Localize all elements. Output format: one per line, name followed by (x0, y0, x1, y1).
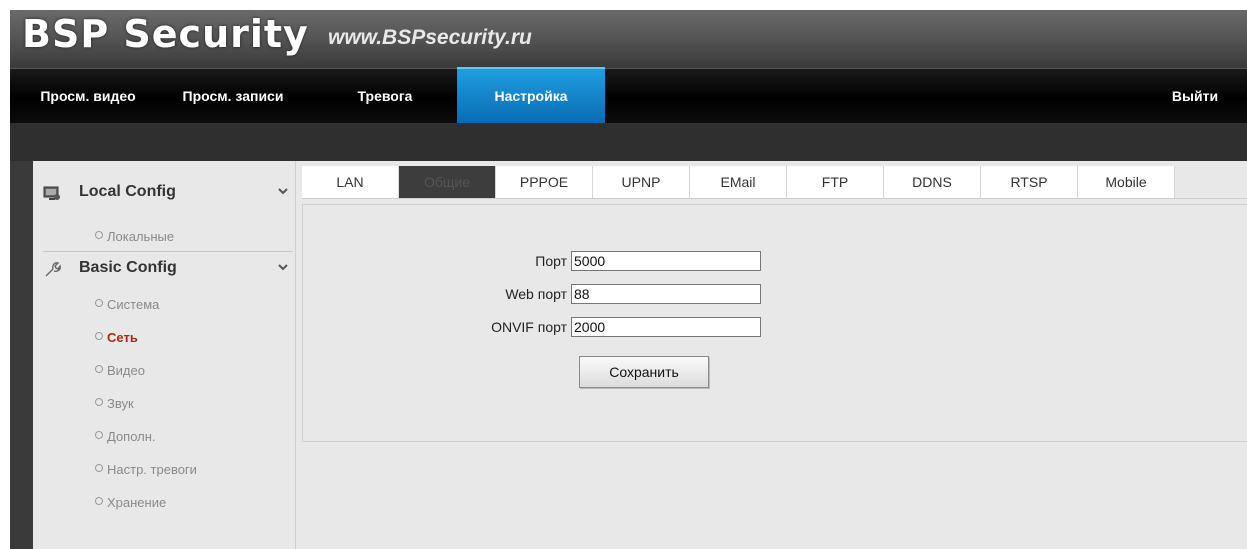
main-content: LAN Общие PPPOE UPNP EMail FTP DDNS RTSP… (296, 161, 1247, 549)
tab-email[interactable]: EMail (690, 166, 787, 198)
sidebar-item-network[interactable]: Сеть (95, 329, 138, 347)
sidebar-item-label: Система (107, 297, 160, 312)
onvif-port-label: ONVIF порт (491, 319, 567, 335)
sidebar-item-video[interactable]: Видео (95, 362, 145, 380)
bullet-icon (95, 431, 103, 439)
header-banner: BSP Security www.BSPsecurity.ru (10, 10, 1247, 66)
tab-rtsp[interactable]: RTSP (981, 166, 1078, 198)
sidebar-item-storage[interactable]: Хранение (95, 494, 166, 512)
sidebar-item-advanced[interactable]: Дополн. (95, 428, 156, 446)
settings-panel: Порт Web порт ONVIF порт Сохранить (302, 204, 1247, 442)
sidebar-item-alarm-settings[interactable]: Настр. тревоги (95, 461, 197, 479)
main-nav: Просм. видео Просм. записи Тревога Настр… (10, 67, 1247, 123)
sidebar: Local Config Локальные Basic Config Сист… (33, 161, 296, 549)
sidebar-section-local-config[interactable]: Local Config (33, 171, 295, 211)
onvif-port-field[interactable] (571, 317, 761, 337)
nav-live-view[interactable]: Просм. видео (28, 69, 148, 123)
sidebar-item-label: Настр. тревоги (107, 462, 197, 477)
tab-ftp[interactable]: FTP (787, 166, 884, 198)
save-button[interactable]: Сохранить (579, 356, 709, 388)
chevron-down-icon[interactable] (277, 185, 289, 197)
port-field[interactable] (571, 251, 761, 271)
bullet-icon (95, 398, 103, 406)
sidebar-item-label: Звук (107, 396, 134, 411)
wrench-icon (45, 262, 61, 277)
bullet-icon (95, 299, 103, 307)
sidebar-section-label: Basic Config (79, 259, 177, 276)
tab-upnp[interactable]: UPNP (593, 166, 690, 198)
bullet-icon (95, 231, 103, 239)
bullet-icon (95, 332, 103, 340)
tab-mobile[interactable]: Mobile (1078, 166, 1175, 198)
sidebar-item-label: Видео (107, 363, 145, 378)
logout-button[interactable]: Выйти (1160, 69, 1230, 123)
app-window: BSP Security www.BSPsecurity.ru Просм. в… (10, 10, 1247, 549)
tab-ddns[interactable]: DDNS (884, 166, 981, 198)
sidebar-section-basic-config[interactable]: Basic Config (33, 247, 295, 287)
sidebar-item-audio[interactable]: Звук (95, 395, 134, 413)
bullet-icon (95, 497, 103, 505)
brand-logo: BSP Security (22, 12, 309, 56)
bullet-icon (95, 365, 103, 373)
sidebar-item-label: Дополн. (107, 429, 156, 444)
bullet-icon (95, 464, 103, 472)
nav-settings[interactable]: Настройка (457, 67, 605, 123)
chevron-down-icon[interactable] (277, 261, 289, 273)
web-port-field[interactable] (571, 284, 761, 304)
monitor-icon (43, 186, 60, 200)
separator-band (10, 123, 1247, 161)
sidebar-item-label: Локальные (107, 229, 175, 244)
sidebar-item-label: Сеть (107, 330, 138, 345)
nav-alarm[interactable]: Тревога (340, 69, 430, 123)
tab-bar: LAN Общие PPPOE UPNP EMail FTP DDNS RTSP… (302, 166, 1247, 199)
sidebar-section-label: Local Config (79, 183, 176, 200)
sidebar-item-local[interactable]: Локальные (95, 228, 174, 246)
tab-lan[interactable]: LAN (302, 166, 399, 198)
sidebar-item-label: Хранение (107, 495, 167, 510)
web-port-label: Web порт (505, 286, 567, 302)
nav-playback[interactable]: Просм. записи (168, 69, 298, 123)
port-label: Порт (535, 253, 567, 269)
sidebar-item-system[interactable]: Система (95, 296, 159, 314)
brand-url: www.BSPsecurity.ru (328, 26, 532, 49)
tab-pppoe[interactable]: PPPOE (496, 166, 593, 198)
tab-general[interactable]: Общие (399, 166, 496, 198)
